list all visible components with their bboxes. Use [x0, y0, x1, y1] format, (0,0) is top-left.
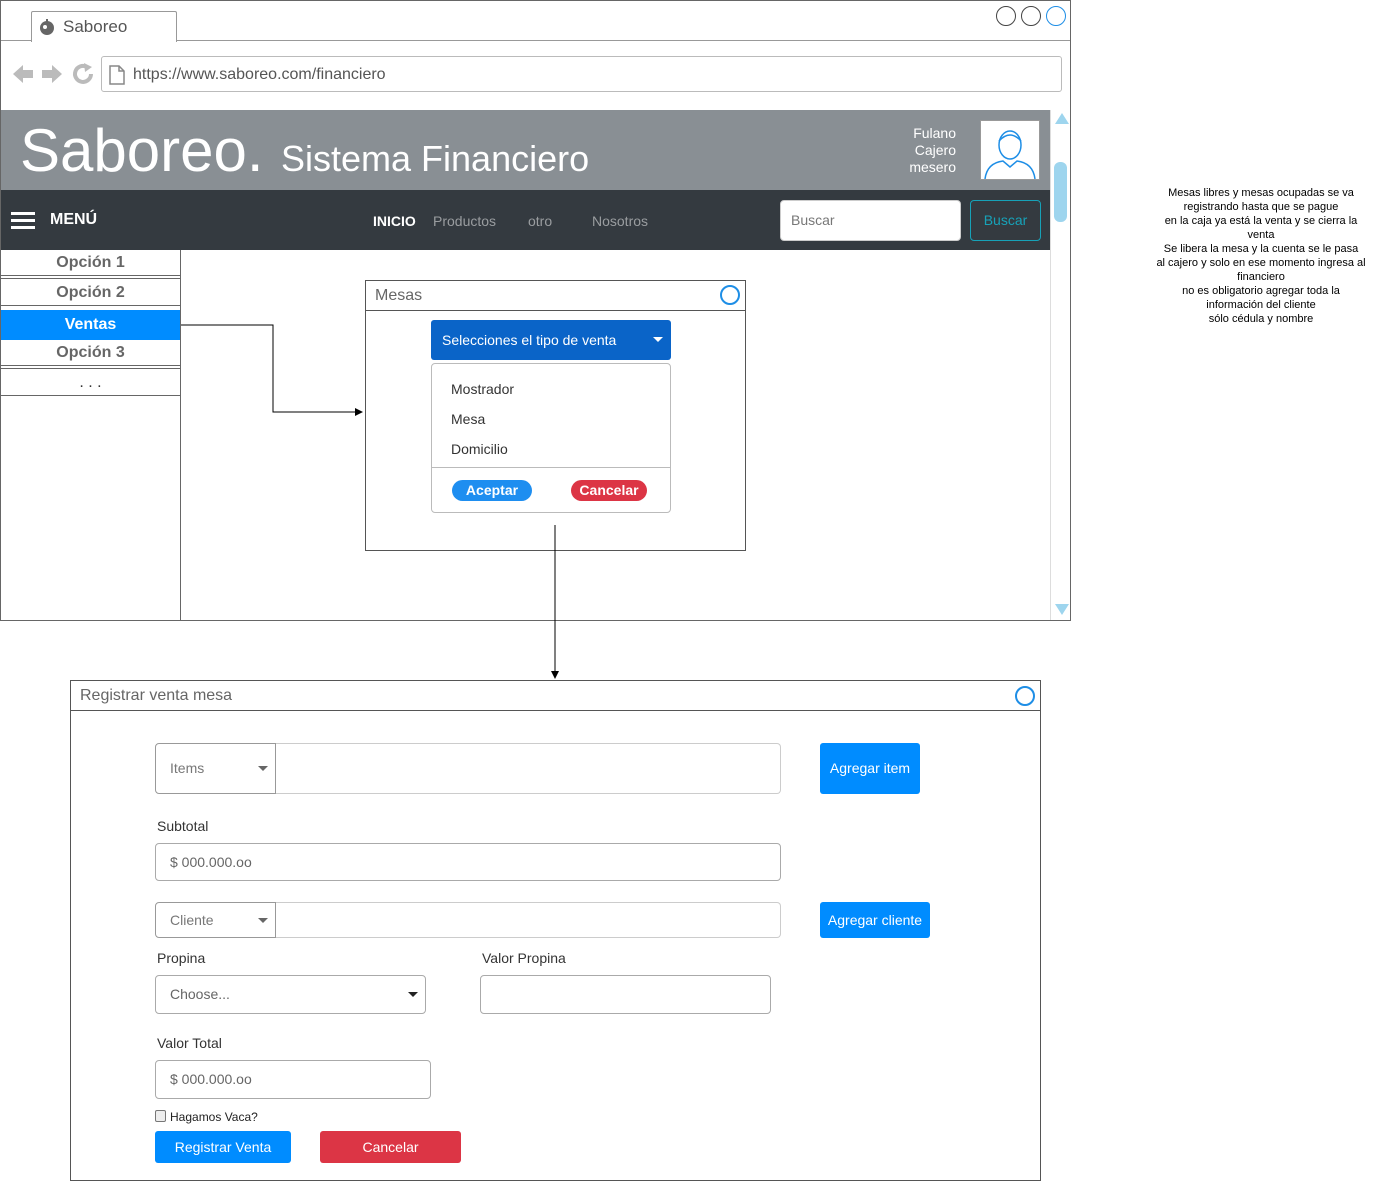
add-cliente-button[interactable]: Agregar cliente [820, 902, 930, 938]
cliente-input[interactable] [276, 902, 781, 938]
hamburger-menu-icon[interactable] [11, 212, 35, 230]
menu-item-domicilio[interactable]: Domicilio [451, 441, 508, 457]
menu-item-mostrador[interactable]: Mostrador [451, 381, 514, 397]
search-input[interactable]: Buscar [780, 200, 961, 241]
nav-link-nosotros[interactable]: Nosotros [592, 213, 648, 229]
user-name: Fulano [913, 125, 956, 141]
tab-bar: Saboreo [1, 1, 1070, 42]
user-avatar-icon [984, 130, 1036, 180]
valor-propina-label: Valor Propina [482, 950, 566, 966]
cancel-button[interactable]: Cancelar [571, 480, 647, 501]
sale-type-dropdown-label: Selecciones el tipo de venta [442, 332, 617, 348]
vaca-label: Hagamos Vaca? [170, 1110, 258, 1124]
cliente-select[interactable]: Cliente [155, 902, 276, 938]
propina-label: Propina [157, 950, 206, 966]
caret-down-icon [258, 918, 268, 923]
mesas-close-icon[interactable] [720, 285, 740, 305]
url-text: https://www.saboreo.com/financiero [133, 66, 386, 83]
accept-button[interactable]: Aceptar [452, 480, 532, 501]
nav-link-productos[interactable]: Productos [433, 213, 496, 229]
registrar-venta-dialog: Registrar venta mesa Items Agregar item … [70, 680, 1041, 1181]
caret-down-icon [258, 766, 268, 771]
mesas-title-bar: Mesas [366, 281, 745, 311]
app-header: Saboreo. Sistema Financiero Fulano Cajer… [1, 110, 1050, 190]
menu-label[interactable]: MENÚ [50, 211, 97, 229]
user-info: Fulano Cajero mesero [871, 125, 956, 176]
brand-logo: Saboreo. [20, 117, 264, 184]
search-button[interactable]: Buscar [970, 200, 1041, 241]
registrar-title-bar: Registrar venta mesa [71, 681, 1040, 711]
favicon-icon [40, 19, 54, 35]
sidebar-divider [1, 278, 180, 279]
mesas-dialog: Mesas Selecciones el tipo de venta Mostr… [365, 280, 746, 551]
sidebar-item-opcion-2[interactable]: Opción 2 [1, 280, 180, 306]
propina-select[interactable]: Choose... [155, 975, 426, 1014]
user-role: Cajero [914, 142, 956, 158]
address-bar[interactable]: https://www.saboreo.com/financiero [101, 56, 1062, 92]
items-input[interactable] [276, 743, 781, 794]
tab-title: Saboreo [63, 17, 128, 36]
sidebar: Opción 1 Opción 2 Ventas Opción 3 . . . [1, 250, 181, 620]
registrar-title: Registrar venta mesa [80, 687, 233, 704]
menu-item-mesa[interactable]: Mesa [451, 411, 485, 427]
forward-arrow-icon[interactable] [40, 62, 64, 86]
registrar-close-icon[interactable] [1015, 686, 1035, 706]
valor-propina-field[interactable] [480, 975, 771, 1014]
page-icon [109, 65, 125, 85]
sidebar-item-more[interactable]: . . . [1, 370, 180, 396]
annotation-note: Mesas libres y mesas ocupadas se va regi… [1156, 187, 1366, 325]
maximize-button[interactable] [1021, 6, 1041, 26]
nav-link-otro[interactable]: otro [528, 213, 552, 229]
nav-link-inicio[interactable]: INICIO [373, 213, 416, 229]
minimize-button[interactable] [996, 6, 1016, 26]
cliente-select-label: Cliente [170, 912, 214, 928]
items-select-label: Items [170, 760, 205, 776]
close-window-button[interactable] [1046, 6, 1066, 26]
scroll-up-arrow-icon[interactable] [1055, 113, 1069, 124]
valor-total-field[interactable]: $ 000.000.oo [155, 1060, 431, 1099]
registrar-venta-button[interactable]: Registrar Venta [155, 1131, 291, 1163]
subtotal-field[interactable]: $ 000.000.oo [155, 843, 781, 881]
vertical-scrollbar[interactable] [1050, 110, 1070, 620]
sidebar-item-opcion-3[interactable]: Opción 3 [1, 340, 180, 366]
navbar: MENÚ INICIO Productos otro Nosotros Busc… [1, 190, 1050, 250]
add-item-button[interactable]: Agregar item [820, 743, 920, 794]
sale-type-menu: Mostrador Mesa Domicilio Aceptar Cancela… [431, 363, 671, 513]
avatar[interactable] [980, 120, 1040, 180]
sidebar-item-ventas[interactable]: Ventas [1, 310, 180, 340]
sidebar-divider [1, 368, 180, 369]
reload-icon[interactable] [71, 62, 95, 86]
vaca-checkbox[interactable] [155, 1110, 166, 1122]
scroll-down-arrow-icon[interactable] [1055, 604, 1069, 615]
user-role-secondary: mesero [909, 159, 956, 175]
propina-select-label: Choose... [170, 986, 230, 1002]
items-select[interactable]: Items [155, 743, 276, 794]
valor-total-label: Valor Total [157, 1035, 222, 1051]
cancelar-button[interactable]: Cancelar [320, 1131, 461, 1163]
sidebar-item-opcion-1[interactable]: Opción 1 [1, 250, 180, 276]
caret-down-icon [653, 337, 663, 342]
mesas-title: Mesas [375, 287, 423, 304]
browser-tab[interactable]: Saboreo [31, 11, 177, 42]
app-subtitle: Sistema Financiero [281, 138, 590, 179]
back-arrow-icon[interactable] [11, 62, 35, 86]
sale-type-dropdown[interactable]: Selecciones el tipo de venta [431, 320, 671, 360]
menu-divider [432, 467, 670, 468]
subtotal-label: Subtotal [157, 818, 209, 834]
scroll-thumb[interactable] [1054, 162, 1067, 222]
caret-down-icon [408, 992, 418, 997]
